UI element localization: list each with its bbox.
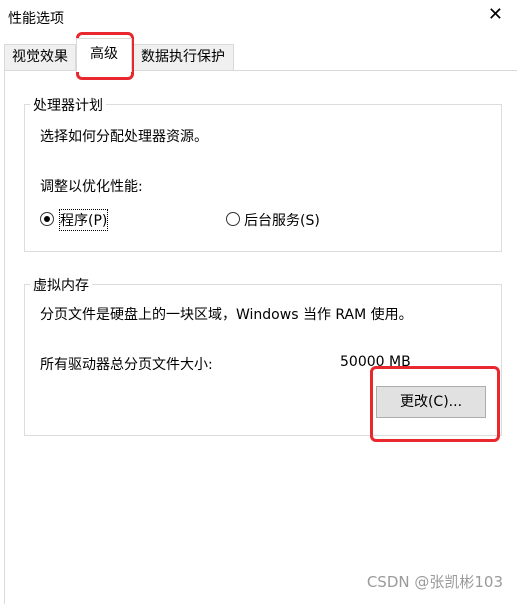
processor-description: 选择如何分配处理器资源。 — [40, 129, 208, 145]
tab-advanced[interactable]: 高级 — [76, 38, 132, 72]
programs-radio[interactable] — [40, 212, 54, 226]
window-title: 性能选项 — [8, 11, 64, 27]
close-icon[interactable]: ✕ — [488, 6, 503, 24]
processor-scheduling-legend: 处理器计划 — [30, 95, 106, 115]
virtual-memory-description: 分页文件是硬盘上的一块区域，Windows 当作 RAM 使用。 — [40, 307, 413, 323]
virtual-memory-legend: 虚拟内存 — [30, 275, 92, 295]
optimize-label: 调整以优化性能: — [40, 179, 143, 195]
background-services-radio[interactable] — [226, 212, 240, 226]
tab-data-execution-prevention[interactable]: 数据执行保护 — [132, 44, 234, 70]
watermark: CSDN @张凯彬103 — [366, 573, 503, 591]
tab-visual-effects[interactable]: 视觉效果 — [4, 44, 76, 70]
change-button-highlight-annotation — [370, 366, 500, 442]
title-bar: 性能选项 ✕ — [0, 0, 517, 34]
programs-radio-label[interactable]: 程序(P) — [58, 209, 109, 231]
background-services-radio-label[interactable]: 后台服务(S) — [244, 210, 320, 230]
total-paging-label: 所有驱动器总分页文件大小: — [40, 357, 213, 373]
